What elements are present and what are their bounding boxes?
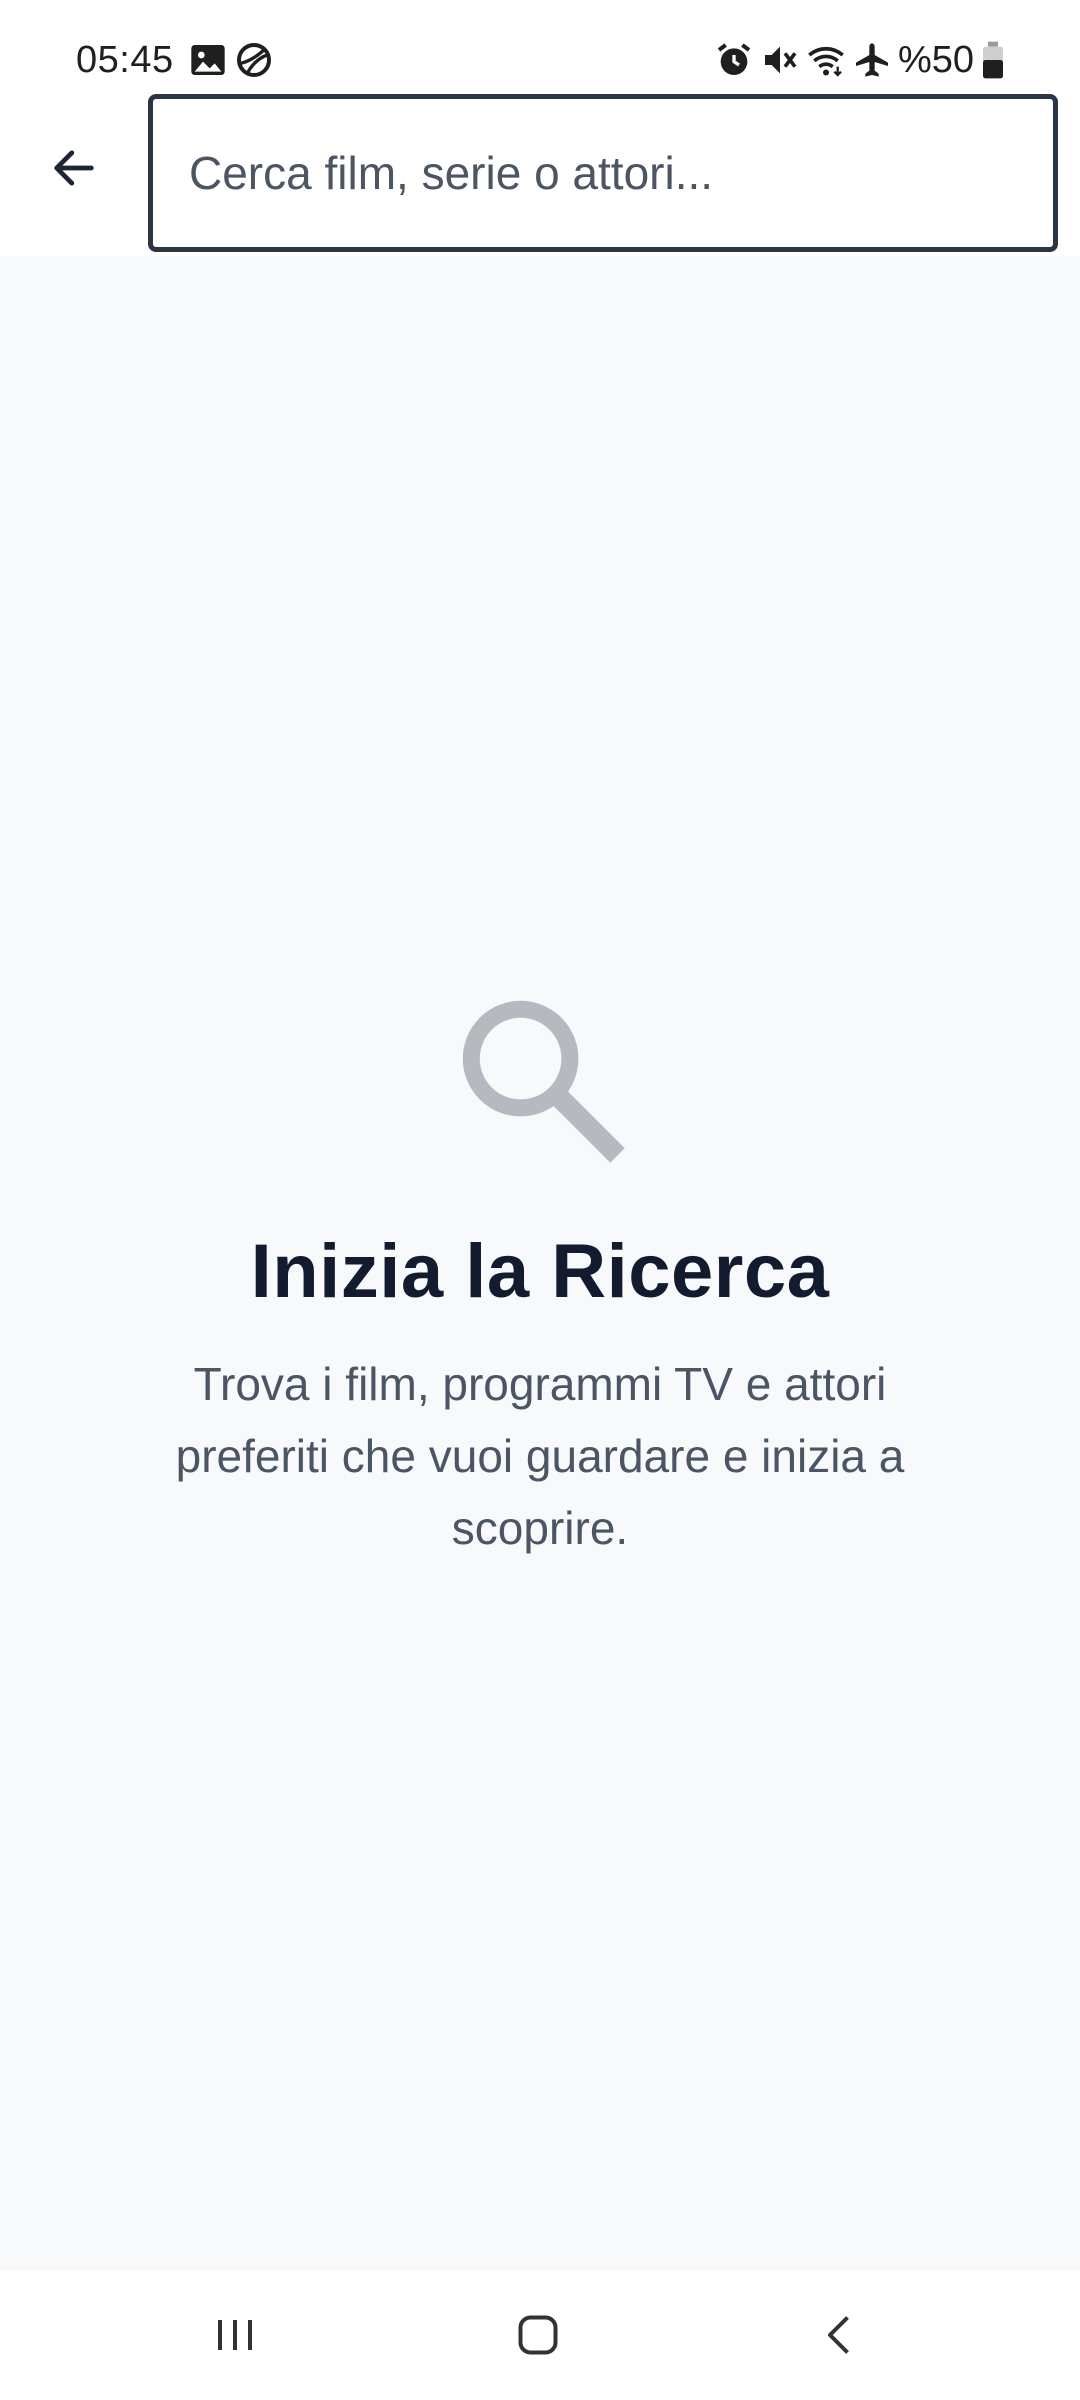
empty-state: Inizia la Ricerca Trova i film, programm… xyxy=(0,256,1080,2270)
mute-icon xyxy=(760,40,800,80)
search-header xyxy=(0,90,1080,256)
wifi-icon xyxy=(806,40,846,80)
back-button[interactable] xyxy=(34,128,114,208)
empty-state-title: Inizia la Ricerca xyxy=(250,1229,830,1314)
home-button[interactable] xyxy=(478,2290,598,2380)
battery-icon xyxy=(978,40,1008,80)
image-icon xyxy=(188,40,228,80)
arrow-left-icon xyxy=(54,150,94,186)
home-icon xyxy=(518,2315,558,2355)
vpn-globe-icon xyxy=(234,40,274,80)
recent-apps-icon xyxy=(218,2320,252,2350)
empty-state-description: Trova i film, programmi TV e attori pref… xyxy=(175,1358,905,1554)
system-back-button[interactable] xyxy=(780,2290,900,2380)
system-nav-bar xyxy=(0,2270,1080,2400)
recent-apps-button[interactable] xyxy=(175,2290,295,2380)
screen: 05:45 %50 Cerca film, serie o attori... … xyxy=(0,0,1080,2400)
search-icon xyxy=(456,994,626,1164)
search-input[interactable] xyxy=(153,99,1053,247)
airplane-icon xyxy=(852,40,892,80)
search-box xyxy=(148,94,1058,252)
main-content: Inizia la Ricerca Trova i film, programm… xyxy=(0,256,1080,2270)
status-bar: 05:45 %50 xyxy=(0,0,1080,90)
battery-percent: %50 xyxy=(898,39,975,81)
alarm-icon xyxy=(714,40,754,80)
back-icon xyxy=(828,2316,849,2354)
status-time: 05:45 xyxy=(76,39,174,81)
